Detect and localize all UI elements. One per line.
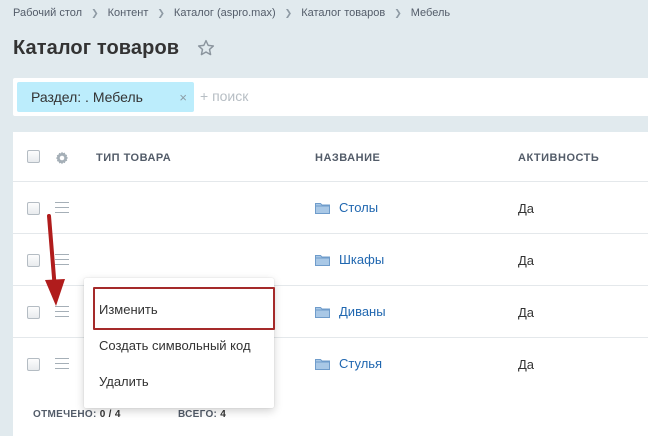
breadcrumb: Рабочий стол ❯ Контент ❯ Каталог (aspro.…: [13, 6, 450, 20]
folder-icon: [315, 358, 330, 370]
total-value: 4: [220, 409, 227, 420]
select-all-checkbox[interactable]: [27, 150, 40, 163]
breadcrumb-item-catalog[interactable]: Каталог (aspro.max): [174, 7, 276, 19]
active-cell: Да: [518, 201, 535, 216]
name-link[interactable]: Стулья: [339, 356, 382, 371]
burger-icon[interactable]: [55, 202, 69, 213]
marked-label: ОТМЕЧЕНО:: [33, 409, 97, 420]
folder-icon: [315, 254, 330, 266]
filter-bar: Раздел: . Мебель × + поиск: [13, 78, 648, 116]
table-row: Столы Да: [13, 182, 648, 234]
folder-icon: [315, 202, 330, 214]
name-cell[interactable]: Столы: [315, 200, 378, 215]
name-link[interactable]: Столы: [339, 200, 378, 215]
active-cell: Да: [518, 357, 535, 372]
name-link[interactable]: Диваны: [339, 304, 386, 319]
search-input[interactable]: + поиск: [200, 88, 248, 104]
chevron-right-icon: ❯: [157, 7, 165, 18]
folder-icon: [315, 306, 330, 318]
breadcrumb-item-furniture[interactable]: Мебель: [411, 7, 450, 19]
filter-tag-label: Раздел: . Мебель: [31, 89, 143, 105]
breadcrumb-item-desktop[interactable]: Рабочий стол: [13, 7, 82, 19]
row-context-menu: Изменить Создать символьный код Удалить: [84, 278, 275, 408]
title-row: Каталог товаров: [13, 34, 215, 62]
burger-icon[interactable]: [55, 358, 69, 369]
menu-item-delete[interactable]: Удалить: [84, 367, 274, 397]
row-checkbox[interactable]: [27, 202, 40, 215]
breadcrumb-item-content[interactable]: Контент: [108, 7, 149, 19]
page-title: Каталог товаров: [13, 36, 180, 59]
marked-counter: ОТМЕЧЕНО: 0 / 4: [33, 409, 121, 420]
total-counter: ВСЕГО: 4: [178, 409, 226, 420]
star-icon[interactable]: [197, 39, 215, 57]
menu-item-edit[interactable]: Изменить: [84, 295, 274, 325]
active-cell: Да: [518, 253, 535, 268]
name-cell[interactable]: Диваны: [315, 304, 386, 319]
name-cell[interactable]: Шкафы: [315, 252, 384, 267]
burger-icon[interactable]: [55, 306, 69, 317]
column-header-type[interactable]: ТИП ТОВАРА: [96, 152, 171, 164]
chevron-right-icon: ❯: [394, 7, 402, 18]
close-icon[interactable]: ×: [179, 90, 187, 105]
gear-icon[interactable]: [55, 151, 69, 165]
chevron-right-icon: ❯: [91, 7, 99, 18]
grid-header: ТИП ТОВАРА НАЗВАНИЕ АКТИВНОСТЬ: [13, 132, 648, 182]
chevron-right-icon: ❯: [284, 7, 293, 18]
total-label: ВСЕГО:: [178, 409, 218, 420]
column-header-active[interactable]: АКТИВНОСТЬ: [518, 152, 599, 164]
breadcrumb-item-product-catalog[interactable]: Каталог товаров: [301, 7, 385, 19]
row-checkbox[interactable]: [27, 254, 40, 267]
burger-icon[interactable]: [55, 254, 69, 265]
menu-item-create-code[interactable]: Создать символьный код: [84, 331, 274, 361]
marked-value: 0 / 4: [99, 409, 121, 420]
row-checkbox[interactable]: [27, 358, 40, 371]
name-link[interactable]: Шкафы: [339, 252, 384, 267]
active-cell: Да: [518, 305, 535, 320]
row-checkbox[interactable]: [27, 306, 40, 319]
name-cell[interactable]: Стулья: [315, 356, 382, 371]
filter-tag-section[interactable]: Раздел: . Мебель ×: [17, 82, 194, 112]
column-header-name[interactable]: НАЗВАНИЕ: [315, 152, 380, 164]
